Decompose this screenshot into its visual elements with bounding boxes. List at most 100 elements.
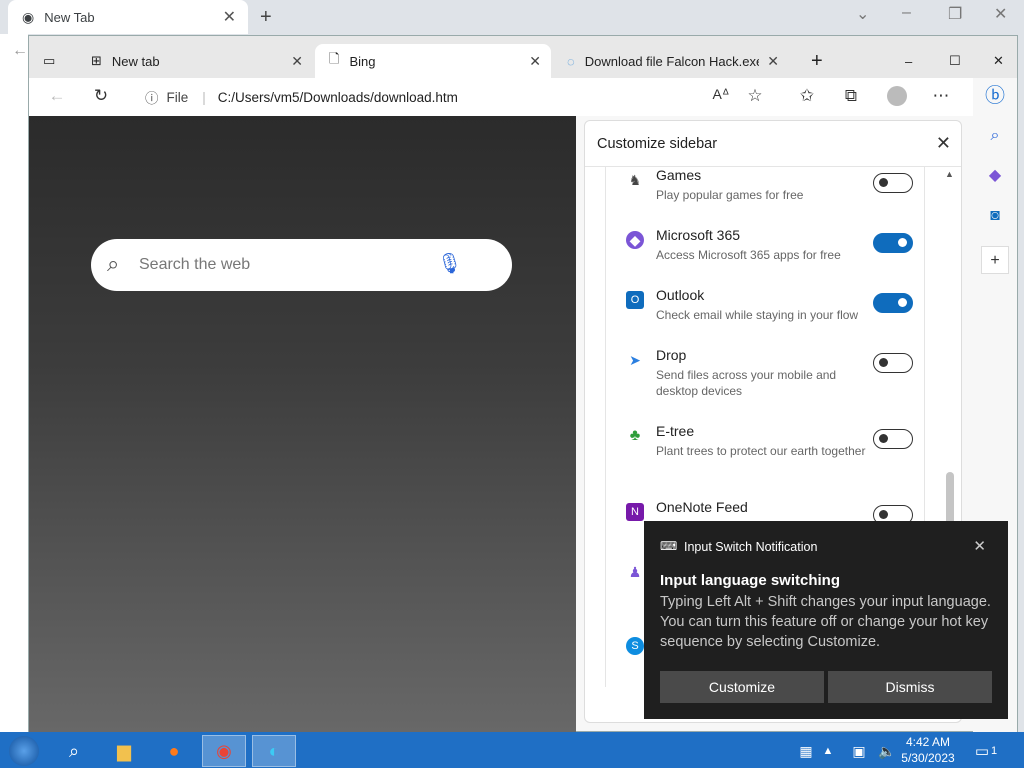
edge-tab-bar: ▭ ⊞ New tab ✕ 🗋 Bing ✕ ◌ Download file F…	[29, 36, 1017, 78]
outlook-icon: O	[626, 291, 644, 309]
address-bar[interactable]: ⓘ File | C:/Users/vm5/Downloads/download…	[129, 82, 707, 112]
toggle-drop[interactable]	[873, 353, 913, 373]
more-menu-icon[interactable]: ⋯	[929, 86, 953, 106]
minimize-button[interactable]: –	[891, 44, 921, 78]
item-name: OneNote Feed	[656, 499, 748, 515]
bing-page: ⌕ 🎙	[29, 116, 576, 733]
item-name: Microsoft 365	[656, 227, 741, 243]
microsoft365-icon[interactable]: ◆	[981, 162, 1009, 190]
etree-icon: ♣	[629, 427, 641, 444]
chrome-logo-icon: ◉	[22, 8, 35, 25]
microphone-icon[interactable]: 🎙	[437, 251, 462, 276]
microsoft365-icon: ◆	[626, 231, 644, 249]
read-aloud-icon[interactable]: A᠍ᐞ	[709, 86, 733, 103]
tab-download-falcon[interactable]: ◌ Download file Falcon Hack.exe o ✕	[553, 44, 789, 78]
firefox-icon[interactable]: ●	[152, 735, 196, 767]
tab-grid-icon: ⊞	[91, 53, 102, 68]
start-button[interactable]	[2, 735, 46, 767]
page-icon: 🗋	[329, 51, 340, 66]
action-center-icon[interactable]: ▭ 1	[964, 735, 1008, 767]
new-tab-button[interactable]: +	[797, 44, 827, 78]
drop-icon: ➤	[629, 352, 641, 368]
item-name: Games	[656, 167, 702, 183]
collections-icon[interactable]: ⧉	[839, 86, 863, 106]
clock-date: 5/30/2023	[901, 751, 955, 765]
avatar[interactable]	[885, 86, 909, 111]
close-icon[interactable]: ✕	[529, 53, 541, 70]
back-arrow-icon[interactable]: ←	[45, 86, 69, 106]
taskbar: ⌕ ▆ ● ◉ ◐ ▦ ▲ ▣ 🔈 4:42 AM 5/30/2023 ▭ 1	[0, 732, 1024, 768]
tab-bing[interactable]: 🗋 Bing ✕	[315, 44, 551, 78]
item-name: Drop	[656, 347, 687, 363]
item-desc: Check email while staying in your flow	[656, 308, 859, 322]
panel-title: Customize sidebar	[597, 135, 718, 152]
address-prefix: File	[166, 89, 189, 105]
item-desc: Send files across your mobile and deskto…	[656, 368, 837, 398]
bing-copilot-icon[interactable]: ⓑ	[981, 82, 1009, 110]
tab-label: New tab	[111, 53, 160, 69]
notification-body: Typing Left Alt + Shift changes your inp…	[660, 594, 991, 650]
close-icon[interactable]: ✕	[767, 53, 779, 70]
chrome-close-button[interactable]: ✕	[994, 4, 1007, 24]
outlook-icon[interactable]: ◙	[981, 202, 1009, 230]
search-box[interactable]: ⌕ 🎙	[91, 239, 512, 291]
toggle-outlook[interactable]	[873, 293, 913, 313]
close-icon[interactable]: ✕	[936, 133, 951, 154]
search-icon[interactable]: ⌕	[981, 122, 1009, 150]
toggle-games[interactable]	[873, 173, 913, 193]
back-arrow-icon: ←	[12, 42, 28, 59]
toggle-etree[interactable]	[873, 429, 913, 449]
search-icon: ⌕	[107, 251, 120, 276]
panel-header: Customize sidebar	[585, 121, 961, 167]
meditation-icon: ♟	[628, 564, 642, 580]
network-icon[interactable]: ▣	[844, 735, 874, 767]
info-icon: ⓘ	[145, 91, 159, 106]
address-url[interactable]: C:/Users/vm5/Downloads/download.htm	[218, 90, 458, 105]
item-desc: Play popular games for free	[656, 188, 804, 202]
favorites-icon[interactable]: ✩	[795, 86, 819, 106]
address-divider: |	[202, 89, 206, 105]
chevron-down-icon[interactable]: ⌄	[856, 4, 869, 24]
chrome-restore-button[interactable]: ❐	[948, 4, 962, 24]
scroll-up-icon[interactable]: ▲	[945, 169, 954, 179]
chrome-new-tab-button[interactable]: +	[260, 6, 272, 29]
notification-app-name: Input Switch Notification	[684, 540, 818, 554]
edge-toolbar: ← ↻ ⓘ File | C:/Users/vm5/Downloads/down…	[29, 78, 1017, 116]
item-name: E-tree	[656, 423, 695, 439]
notification-count: 1	[991, 745, 998, 757]
download-site-icon: ◌	[567, 53, 575, 69]
clock-time: 4:42 AM	[905, 735, 951, 749]
tab-new-tab[interactable]: ⊞ New tab ✕	[77, 44, 313, 78]
close-icon[interactable]: ✕	[973, 537, 986, 555]
close-icon[interactable]: ✕	[223, 7, 236, 27]
chevron-up-icon[interactable]: ▲	[816, 735, 840, 767]
toggle-microsoft365[interactable]	[873, 233, 913, 253]
customize-button[interactable]: Customize	[660, 671, 824, 703]
search-icon[interactable]: ⌕	[52, 735, 96, 767]
skype-icon: S	[626, 637, 644, 655]
item-name: Outlook	[656, 287, 705, 303]
file-explorer-icon[interactable]: ▆	[102, 735, 146, 767]
onenote-icon: N	[626, 503, 644, 521]
games-icon: ♞	[628, 172, 642, 188]
search-input[interactable]	[139, 251, 409, 279]
chrome-tab-title: New Tab	[44, 9, 95, 25]
add-favorite-icon[interactable]: ☆	[743, 86, 767, 106]
chrome-icon[interactable]: ◉	[202, 735, 246, 767]
item-desc: Access Microsoft 365 apps for free	[656, 248, 841, 262]
maximize-button[interactable]: ☐	[935, 44, 965, 78]
chrome-tab-new-tab[interactable]: ◉ New Tab ✕	[8, 0, 248, 34]
keyboard-icon: ⌨	[660, 539, 678, 553]
close-icon[interactable]: ✕	[291, 53, 303, 70]
close-window-button[interactable]: ✕	[979, 44, 1009, 78]
tab-label: Bing	[349, 53, 376, 69]
chrome-content-edge: ←	[0, 34, 28, 740]
clock[interactable]: 4:42 AM 5/30/2023	[898, 734, 958, 766]
chrome-minimize-button[interactable]: –	[902, 4, 911, 22]
tab-label: Download file Falcon Hack.exe o	[584, 53, 759, 69]
refresh-icon[interactable]: ↻	[89, 86, 113, 106]
dismiss-button[interactable]: Dismiss	[828, 671, 992, 703]
edge-icon[interactable]: ◐	[252, 735, 296, 767]
tab-actions-icon[interactable]: ▭	[29, 44, 77, 78]
add-icon[interactable]: +	[981, 246, 1009, 274]
